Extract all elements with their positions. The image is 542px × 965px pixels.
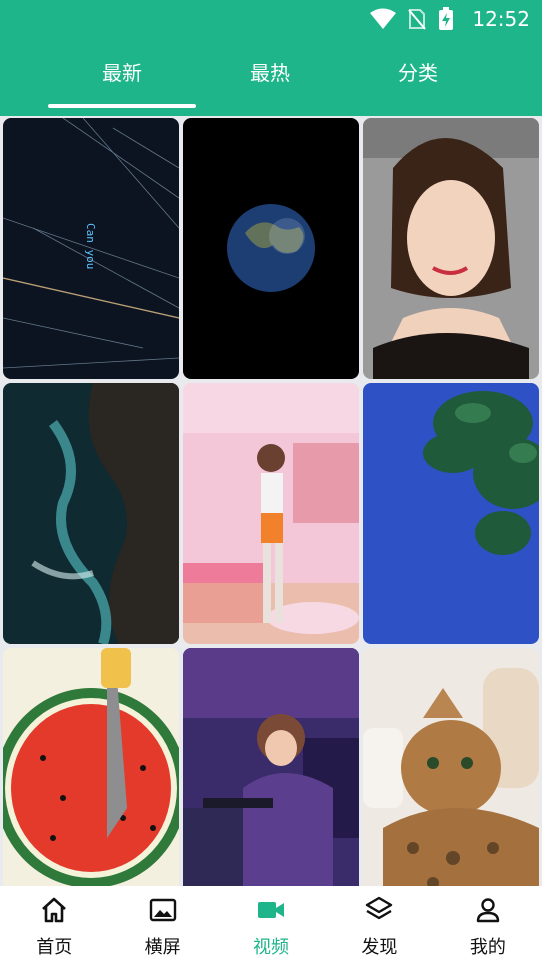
nav-profile-label: 我的 — [469, 937, 506, 958]
video-thumbnail-portrait-woman[interactable] — [363, 118, 539, 379]
video-thumbnail-watermelon[interactable] — [3, 648, 179, 886]
video-thumbnail-ocean-coast[interactable] — [3, 383, 179, 644]
home-icon — [42, 897, 67, 923]
nav-profile[interactable]: 我的 — [434, 886, 542, 965]
video-thumbnail-anime-room-girl[interactable] — [183, 383, 359, 644]
nav-discover-label: 发现 — [361, 937, 398, 958]
nav-video-label: 视频 — [253, 937, 290, 958]
tab-latest[interactable]: 最新 — [48, 56, 196, 90]
bottom-navigation: 首页 横屏 视频 发现 我的 — [0, 886, 542, 965]
status-time: 12:52 — [472, 7, 530, 31]
video-thumbnail-earth[interactable] — [183, 118, 359, 379]
video-thumbnail-lofi-girl[interactable] — [183, 648, 359, 886]
no-sim-icon — [408, 9, 427, 30]
layers-icon — [366, 896, 393, 920]
nav-home-label: 首页 — [36, 937, 73, 958]
nav-home[interactable]: 首页 — [0, 886, 108, 965]
user-icon — [476, 898, 500, 923]
video-thumbnail-blue-sky-leaves[interactable] — [363, 383, 539, 644]
status-bar: 12:52 — [370, 6, 530, 32]
nav-video[interactable]: 视频 — [217, 886, 325, 965]
nav-landscape[interactable]: 横屏 — [108, 886, 216, 965]
app-header: 12:52 最新 最热 分类 — [0, 0, 542, 116]
tab-category[interactable]: 分类 — [344, 56, 492, 90]
nav-discover[interactable]: 发现 — [325, 886, 433, 965]
tile-caption: Can you — [84, 223, 97, 269]
battery-charging-icon — [439, 7, 454, 30]
nav-landscape-label: 横屏 — [144, 937, 181, 958]
video-camera-icon — [258, 902, 285, 918]
video-thumbnail-bengal-cat[interactable] — [363, 648, 539, 886]
tab-bar: 最新 最热 分类 — [48, 56, 492, 90]
video-thumbnail-starfield[interactable]: Can you — [3, 118, 179, 379]
tab-hottest[interactable]: 最热 — [196, 56, 344, 90]
active-tab-indicator — [48, 104, 196, 108]
wifi-icon — [370, 8, 397, 29]
video-grid: Can you — [3, 118, 539, 886]
image-icon — [149, 898, 176, 922]
